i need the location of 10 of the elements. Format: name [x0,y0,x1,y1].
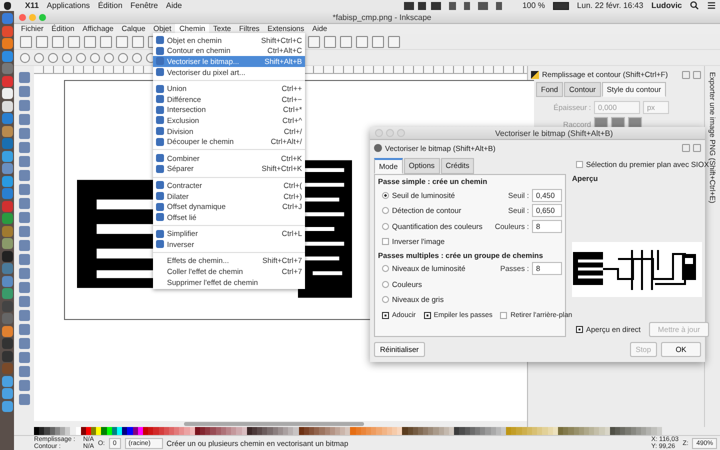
menu-item[interactable]: Aide [166,1,182,10]
clock[interactable]: Lun. 22 févr. 16:43 [577,1,644,10]
menu-item[interactable]: Applications [46,1,90,10]
battery-percent: 100 % [522,1,546,10]
menu-item[interactable]: Édition [98,1,122,10]
window-title: Vectoriser le bitmap (Shift+Alt+B) [495,128,613,138]
menu-item[interactable]: Fenêtre [130,1,158,10]
user-name[interactable]: Ludovic [651,1,682,10]
app-menu[interactable]: X11 [19,1,39,10]
window-title: *fabisp_cmp.png - Inkscape [332,12,432,22]
